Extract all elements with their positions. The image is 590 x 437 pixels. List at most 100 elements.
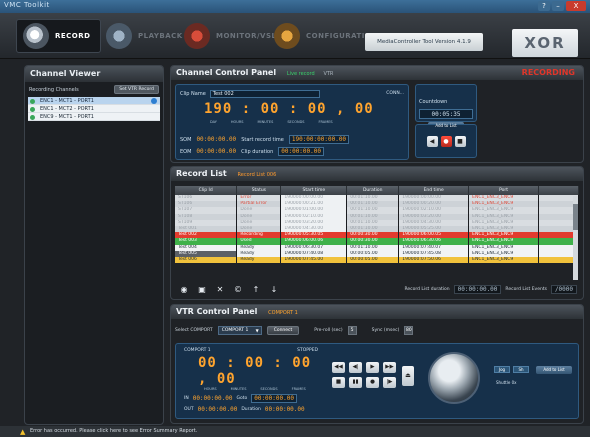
record-transport: ◀ ● ■ bbox=[415, 124, 477, 158]
som-row: SOM 00:00:00.00 Start record time 190:00… bbox=[180, 135, 350, 144]
list-duration-value: 00:00:00.00 bbox=[453, 285, 502, 294]
col-clip-id[interactable]: Clip Id bbox=[175, 186, 238, 195]
record-button[interactable]: ● bbox=[366, 377, 379, 388]
tab-monitor-label: MONITOR/VSL bbox=[216, 32, 277, 40]
shuttle-speed-label: Shuttle 0x bbox=[496, 380, 517, 385]
tc-label: MINUTES bbox=[230, 387, 247, 391]
copy-icon[interactable]: © bbox=[233, 285, 243, 295]
delete-icon[interactable]: ✕ bbox=[215, 285, 225, 295]
vtr-timecode: 00 : 00 : 00 , 00 bbox=[198, 355, 312, 387]
set-vtr-record-button[interactable]: Set VTR Record bbox=[114, 85, 159, 94]
scrollbar-thumb[interactable] bbox=[573, 204, 578, 230]
clip-duration-label: Clip duration bbox=[241, 148, 274, 155]
play-circle-icon[interactable]: ◉ bbox=[179, 285, 189, 295]
countdown-value: 00:05:35 bbox=[419, 109, 473, 119]
info-icon[interactable] bbox=[151, 98, 157, 104]
monitor-icon bbox=[184, 23, 210, 49]
channel-viewer-subheader: Recording Channels Set VTR Record bbox=[25, 82, 163, 97]
vtr-settings-row: Select COMPORT COMPORT 1 Connect Pre-rol… bbox=[175, 326, 414, 335]
col-end-time[interactable]: End time bbox=[398, 186, 470, 195]
pause-button[interactable]: ▮▮ bbox=[349, 377, 362, 388]
jog-wheel[interactable] bbox=[428, 352, 480, 404]
tc-label: HOURS bbox=[230, 120, 244, 124]
save-icon[interactable]: ▣ bbox=[197, 285, 207, 295]
channel-item[interactable]: ENC1 - MCT1 - PORT1 bbox=[28, 97, 160, 105]
start-time-cell: 190000:07:45.00 bbox=[280, 256, 348, 264]
vtr-status-row: COMPORT 1 STOPPED bbox=[180, 348, 322, 353]
step-forward-button[interactable]: |▶ bbox=[383, 377, 396, 388]
col-port[interactable]: Port bbox=[468, 186, 540, 195]
connect-button[interactable]: Connect bbox=[266, 326, 300, 335]
port-cell: ENC1_ENC3_ENC9 bbox=[468, 256, 540, 264]
table-row[interactable]: Test 006 Ready 190000:07:45.00 00:00:05.00 1… bbox=[175, 256, 579, 264]
window-title: VMC Toolkit bbox=[4, 1, 50, 9]
warning-icon: ▲ bbox=[20, 428, 26, 436]
status-bar[interactable]: ▲ Error has occurred. Please click here … bbox=[0, 426, 590, 437]
eject-button[interactable]: ⏏ bbox=[402, 366, 414, 386]
vtr-timecode-labels: HOURS MINUTES SECONDS FRAMES bbox=[204, 387, 322, 391]
vtr-control-box: COMPORT 1 STOPPED 00 : 00 : 00 , 00 HOUR… bbox=[175, 343, 579, 419]
clip-name-input[interactable]: Test 002 bbox=[209, 89, 320, 98]
vtr-add-to-list-button[interactable]: Add to List bbox=[536, 366, 572, 374]
record-list-table: Clip Id Status Start time Duration End t… bbox=[175, 186, 579, 264]
col-start-time[interactable]: Start time bbox=[280, 186, 348, 195]
som-value: 00:00:00.00 bbox=[196, 136, 237, 143]
channel-control-title: Channel Control Panel bbox=[176, 68, 277, 77]
channel-viewer-title: Channel Viewer bbox=[25, 66, 163, 82]
rewind-button[interactable]: ◀ bbox=[426, 135, 438, 147]
vtr-out-row: OUT 00:00:00.00 Duration 00:00:00.00 bbox=[180, 406, 322, 413]
help-button[interactable]: ? bbox=[538, 1, 550, 11]
col-status[interactable]: Status bbox=[236, 186, 282, 195]
tc-label: SECONDS bbox=[287, 120, 305, 124]
comport-select[interactable]: COMPORT 1 bbox=[217, 326, 262, 335]
tab-monitor[interactable]: MONITOR/VSL bbox=[184, 19, 276, 53]
duration-label: Duration bbox=[241, 407, 261, 412]
status-dot-icon bbox=[30, 106, 35, 112]
step-back-button[interactable]: ◀| bbox=[349, 362, 362, 373]
channel-item[interactable]: ENC9 - MCT1 - PORT1 bbox=[28, 113, 160, 121]
jog-shuttle-toggle: Jog Sh bbox=[494, 366, 529, 373]
rewind-button[interactable]: ◀◀ bbox=[332, 362, 345, 373]
out-label: OUT bbox=[184, 407, 194, 412]
start-record-input[interactable]: 190:00:00:00.00 bbox=[288, 135, 350, 144]
channel-item[interactable]: ENC1 - MCT2 - PORT1 bbox=[28, 105, 160, 113]
channel-item-label: ENC1 - MCT1 - PORT1 bbox=[40, 98, 94, 104]
status-message[interactable]: Error has occurred. Please click here to… bbox=[30, 428, 197, 434]
in-label: IN bbox=[184, 396, 189, 401]
stop-button[interactable]: ■ bbox=[332, 377, 345, 388]
list-duration-label: Record List duration bbox=[404, 287, 450, 292]
move-down-icon[interactable]: ↓ bbox=[269, 285, 279, 295]
sync-label: Sync (msec) bbox=[371, 328, 400, 333]
shuttle-button[interactable]: Sh bbox=[513, 366, 529, 373]
move-up-icon[interactable]: ↑ bbox=[251, 285, 261, 295]
goto-input[interactable]: 00:00:00.00 bbox=[251, 394, 297, 403]
record-timecode: 190 : 00 : 00 , 00 bbox=[204, 101, 374, 117]
preroll-input[interactable]: 5 bbox=[347, 326, 357, 335]
mode-live-record-tab[interactable]: Live record bbox=[287, 71, 315, 77]
play-button[interactable]: ▶ bbox=[366, 362, 379, 373]
col-duration[interactable]: Duration bbox=[346, 186, 400, 195]
vtr-transport-buttons: ◀◀ ◀| ▶ ▶▶ ■ ▮▮ ● |▶ bbox=[332, 362, 396, 388]
clip-id-cell: Test 006 bbox=[175, 256, 238, 264]
sync-input[interactable]: 80 bbox=[404, 326, 414, 335]
stop-button[interactable]: ■ bbox=[454, 135, 466, 147]
vtr-in-row: IN 00:00:00.00 Goto 00:00:00.00 bbox=[180, 394, 322, 403]
clip-duration-input[interactable]: 00:00:00.00 bbox=[278, 147, 324, 156]
record-list-scrollbar[interactable] bbox=[573, 196, 578, 280]
status-cell: Ready bbox=[236, 256, 282, 264]
goto-label: Goto bbox=[236, 396, 248, 401]
tab-record[interactable]: RECORD bbox=[16, 19, 102, 53]
channel-viewer-panel: Channel Viewer Recording Channels Set VT… bbox=[24, 65, 164, 425]
fast-forward-button[interactable]: ▶▶ bbox=[383, 362, 396, 373]
minimize-button[interactable]: – bbox=[552, 1, 564, 11]
status-dot-icon bbox=[30, 114, 35, 120]
record-button[interactable]: ● bbox=[440, 135, 452, 147]
tab-configuration[interactable]: CONFIGURATION bbox=[274, 19, 378, 53]
mode-vtr-tab[interactable]: VTR bbox=[323, 71, 333, 77]
jog-button[interactable]: Jog bbox=[494, 366, 510, 373]
close-button[interactable]: X bbox=[566, 1, 586, 11]
tc-label: HOURS bbox=[204, 387, 217, 391]
tab-playback[interactable]: PLAYBACK bbox=[106, 19, 183, 53]
timecode-labels: DAY HOURS MINUTES SECONDS FRAMES bbox=[210, 120, 333, 124]
brand-logo: XOR bbox=[512, 29, 578, 57]
